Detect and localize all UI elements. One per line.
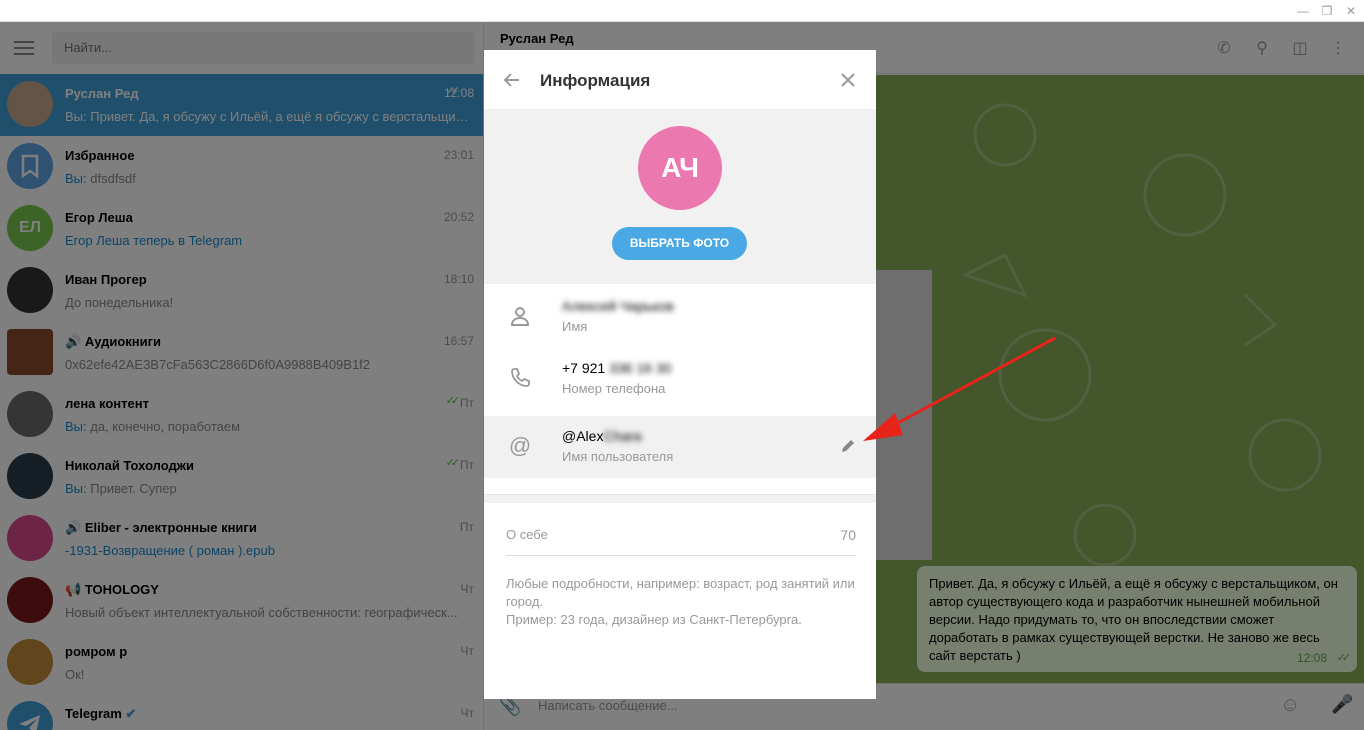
back-arrow-icon[interactable] (502, 70, 522, 90)
dialog-title: Информация (540, 71, 651, 90)
red-annotation-arrow (863, 336, 1056, 441)
close-icon[interactable] (838, 70, 858, 90)
username-row[interactable]: @ @AlexChara Имя пользователя (484, 416, 876, 478)
name-row[interactable]: Алексей Чарьков Имя (484, 286, 876, 348)
about-field[interactable]: О себе (506, 527, 548, 542)
choose-photo-button[interactable]: ВЫБРАТЬ ФОТО (612, 227, 747, 260)
at-sign-icon: @ (508, 433, 532, 458)
phone-row[interactable]: +7 921 336 16 30 Номер телефона (484, 348, 876, 410)
maximize-icon[interactable]: ❐ (1316, 2, 1338, 20)
profile-avatar: АЧ (638, 126, 722, 210)
name-value: Алексей Чарьков (562, 298, 674, 314)
close-window-icon[interactable]: ✕ (1340, 2, 1362, 20)
section-divider (484, 494, 876, 503)
photo-section: АЧ ВЫБРАТЬ ФОТО (484, 110, 876, 284)
about-underline (506, 555, 856, 556)
minimize-icon[interactable]: — (1292, 2, 1314, 20)
about-char-counter: 70 (840, 527, 856, 543)
person-icon (510, 307, 530, 326)
about-hint: Любые подробности, например: возраст, ро… (506, 576, 855, 627)
dialog-header: Информация (484, 50, 876, 110)
phone-value: +7 921 336 16 30 (562, 360, 672, 376)
name-label: Имя (562, 319, 588, 334)
phone-icon (511, 368, 530, 387)
username-label: Имя пользователя (562, 449, 674, 464)
info-dialog: Информация АЧ ВЫБРАТЬ ФОТО Алексей Чарьк… (484, 50, 876, 699)
phone-label: Номер телефона (562, 381, 666, 396)
username-value: @AlexChara (562, 428, 642, 444)
window-titlebar: — ❐ ✕ (0, 0, 1364, 22)
pencil-edit-icon[interactable] (840, 438, 856, 454)
